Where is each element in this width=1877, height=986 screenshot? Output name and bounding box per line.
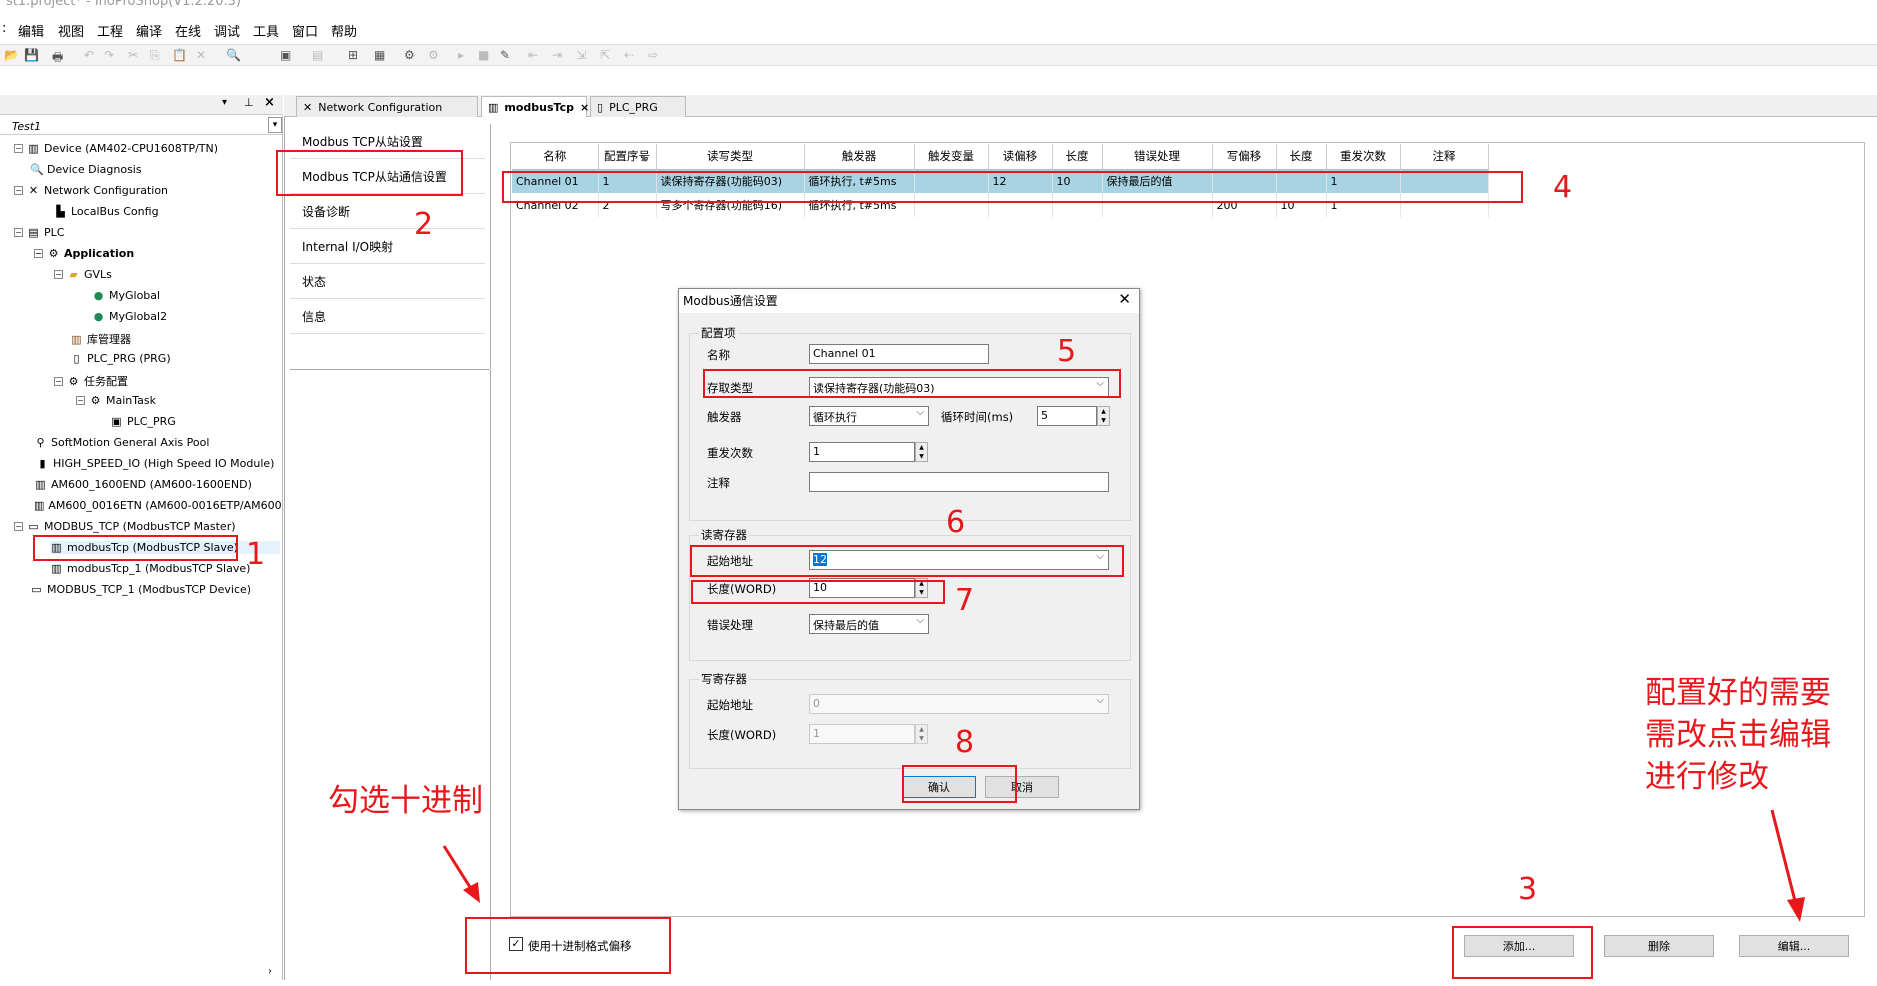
arrow-head-checkbox (463, 882, 480, 903)
arrow-to-edit (1770, 809, 1798, 906)
arrow-head-edit (1787, 897, 1805, 922)
annotation-arrows (442, 809, 1805, 922)
